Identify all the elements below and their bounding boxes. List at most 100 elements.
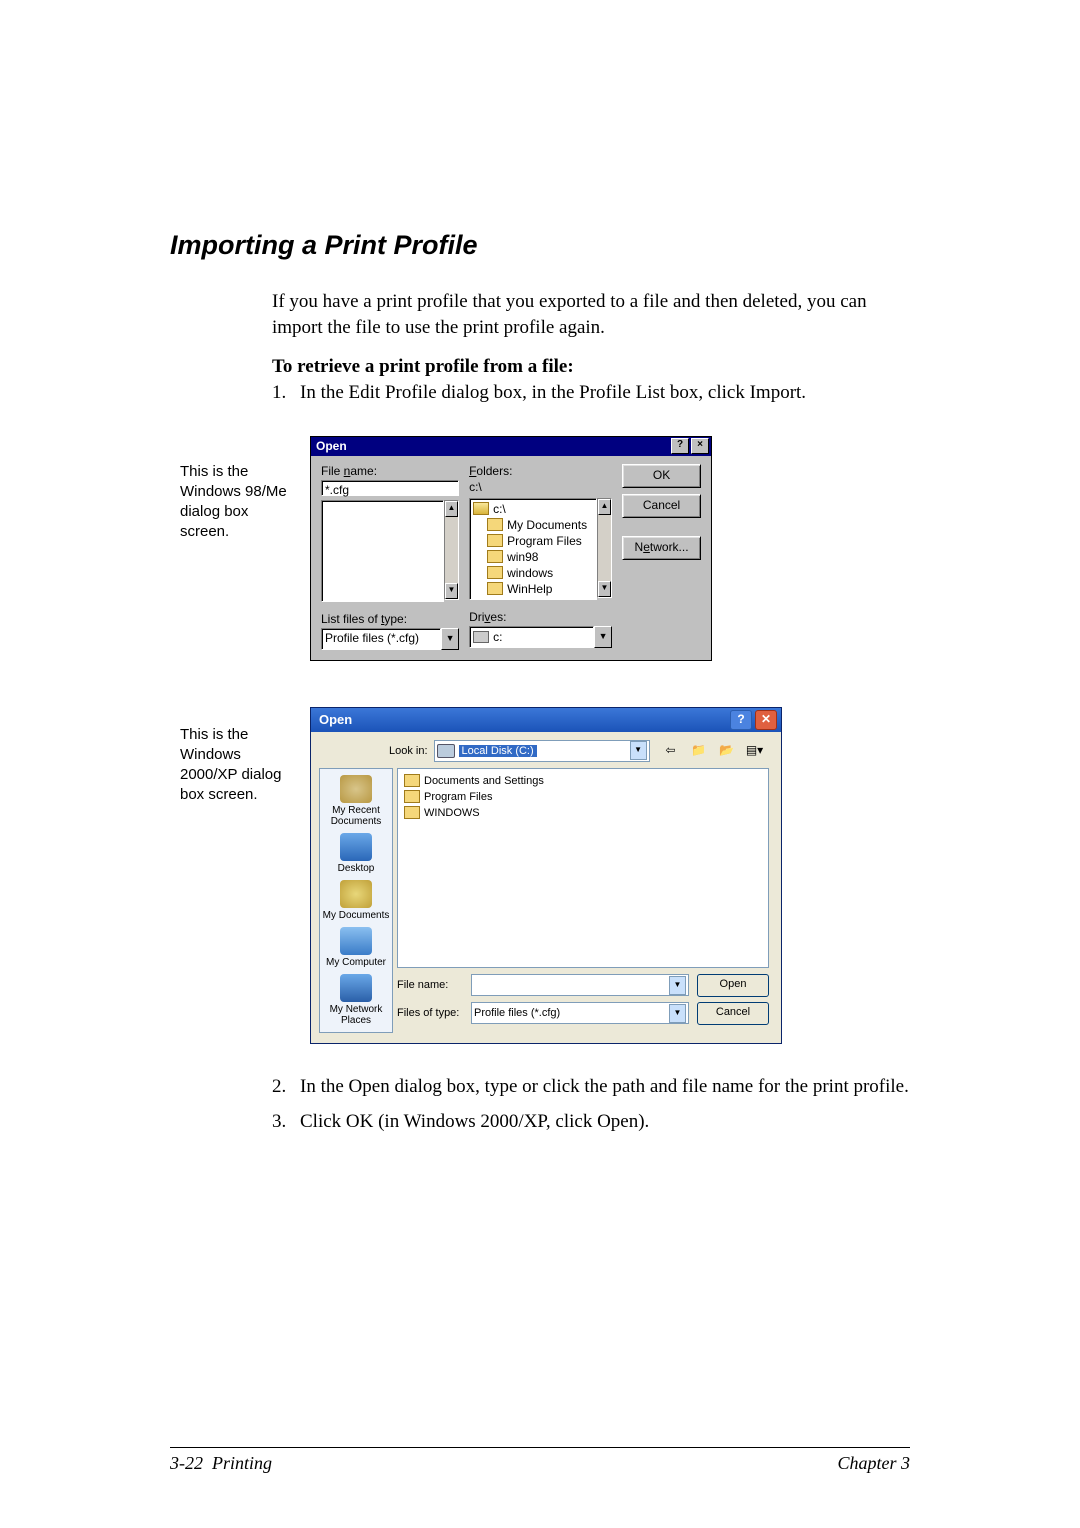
filetype-value: Profile files (*.cfg)	[474, 1007, 560, 1019]
back-icon[interactable]: ⇦	[660, 740, 682, 762]
caption-line: This is the	[180, 462, 310, 482]
scrollbar[interactable]: ▲ ▼	[597, 498, 612, 598]
folder-root[interactable]: c:\	[473, 501, 593, 517]
folders-label: Folders:	[469, 464, 612, 478]
scrollbar[interactable]: ▲ ▼	[444, 500, 459, 600]
places-bar: My Recent Documents Desktop My Documents	[319, 768, 393, 1033]
drives-label: Drives:	[469, 610, 612, 624]
step-3: 3. Click OK (in Windows 2000/XP, click O…	[272, 1109, 910, 1135]
step-1-text: In the Edit Profile dialog box, in the P…	[300, 380, 910, 406]
caption-line: Windows 98/Me	[180, 482, 310, 502]
figure-win98: This is the Windows 98/Me dialog box scr…	[180, 436, 910, 661]
folder-icon	[404, 806, 420, 819]
folder-item[interactable]: My Documents	[487, 517, 593, 533]
step-1: 1. In the Edit Profile dialog box, in th…	[272, 380, 910, 406]
place-my-documents[interactable]: My Documents	[320, 878, 392, 923]
open-dialog-win98: Open ? × File name: *.cfg ▲	[310, 436, 712, 661]
help-icon[interactable]: ?	[730, 710, 752, 730]
network-button[interactable]: Network...	[622, 536, 701, 560]
filename-label: File name:	[397, 979, 463, 991]
scroll-up-icon[interactable]: ▲	[598, 499, 611, 515]
my-network-icon	[340, 974, 372, 1002]
help-icon[interactable]: ?	[671, 438, 689, 454]
filename-input[interactable]: *.cfg	[321, 480, 459, 496]
step-1-number: 1.	[272, 380, 300, 406]
list-item[interactable]: WINDOWS	[404, 805, 762, 821]
cancel-button[interactable]: Cancel	[622, 494, 701, 518]
file-list[interactable]: Documents and Settings Program Files WIN…	[397, 768, 769, 968]
open-button[interactable]: Open	[697, 974, 769, 997]
lookin-combo[interactable]: Local Disk (C:) ▼	[434, 740, 650, 762]
drive-icon	[473, 631, 489, 643]
caption-line: 2000/XP dialog	[180, 765, 310, 785]
footer-rule	[170, 1447, 910, 1448]
section-heading: Importing a Print Profile	[170, 230, 910, 261]
folder-item[interactable]: Program Files	[487, 533, 593, 549]
drives-combo[interactable]: c: ▼	[469, 626, 612, 648]
page-footer: 3-22 Printing Chapter 3	[170, 1453, 910, 1474]
step-3-text: Click OK (in Windows 2000/XP, click Open…	[300, 1109, 910, 1135]
titlebar: Open ? ✕	[311, 708, 781, 732]
desktop-icon	[340, 833, 372, 861]
list-item[interactable]: Program Files	[404, 789, 762, 805]
filename-label: File name:	[321, 464, 459, 478]
folder-tree[interactable]: c:\ My Documents Program Files win98 win…	[469, 498, 597, 600]
views-icon[interactable]: ▤▾	[744, 740, 766, 762]
caption-win98: This is the Windows 98/Me dialog box scr…	[180, 436, 310, 543]
close-icon[interactable]: ✕	[755, 710, 777, 730]
scroll-down-icon[interactable]: ▼	[598, 581, 611, 597]
close-icon[interactable]: ×	[691, 438, 709, 454]
scroll-up-icon[interactable]: ▲	[445, 501, 458, 517]
procedure-subheading: To retrieve a print profile from a file:	[272, 354, 910, 380]
open-folder-icon	[473, 502, 489, 515]
titlebar: Open ? ×	[311, 437, 711, 456]
caption-line: This is the	[180, 725, 310, 745]
filetype-combo[interactable]: Profile files (*.cfg) ▼	[321, 628, 459, 650]
caption-line: screen.	[180, 522, 310, 542]
chevron-down-icon[interactable]: ▼	[630, 741, 647, 760]
lookin-label: Look in:	[389, 745, 428, 757]
filetype-combo[interactable]: Profile files (*.cfg) ▼	[471, 1002, 689, 1024]
filetype-label: Files of type:	[397, 1007, 463, 1019]
place-desktop[interactable]: Desktop	[320, 831, 392, 876]
folder-item[interactable]: WinHelp	[487, 581, 593, 597]
file-listbox[interactable]	[321, 500, 444, 602]
my-computer-icon	[340, 927, 372, 955]
folder-icon	[487, 550, 503, 563]
caption-line: dialog box	[180, 502, 310, 522]
chevron-down-icon[interactable]: ▼	[441, 628, 459, 650]
step-2-text: In the Open dialog box, type or click th…	[300, 1074, 910, 1100]
folder-icon	[487, 534, 503, 547]
scroll-down-icon[interactable]: ▼	[445, 583, 458, 599]
disk-icon	[437, 744, 455, 758]
new-folder-icon[interactable]: 📂	[716, 740, 738, 762]
ok-button[interactable]: OK	[622, 464, 701, 488]
folder-item[interactable]: win98	[487, 549, 593, 565]
step-3-number: 3.	[272, 1109, 300, 1135]
up-folder-icon[interactable]: 📁	[688, 740, 710, 762]
intro-paragraph: If you have a print profile that you exp…	[272, 289, 910, 340]
folders-path: c:\	[469, 480, 612, 494]
lookin-value: Local Disk (C:)	[459, 745, 537, 757]
folder-icon	[404, 790, 420, 803]
folder-item[interactable]: windows	[487, 565, 593, 581]
chevron-down-icon[interactable]: ▼	[669, 1004, 686, 1023]
drives-value: c:	[493, 630, 502, 644]
dialog-title: Open	[319, 712, 352, 727]
caption-line: Windows	[180, 745, 310, 765]
place-my-network[interactable]: My Network Places	[320, 972, 392, 1028]
chevron-down-icon[interactable]: ▼	[669, 976, 686, 995]
place-my-computer[interactable]: My Computer	[320, 925, 392, 970]
open-dialog-winxp: Open ? ✕ Look in: Local Disk (C:) ▼ ⇦ 📁	[310, 707, 782, 1044]
place-recent[interactable]: My Recent Documents	[320, 773, 392, 829]
list-item[interactable]: Documents and Settings	[404, 773, 762, 789]
filename-input[interactable]: ▼	[471, 974, 689, 996]
chevron-down-icon[interactable]: ▼	[594, 626, 612, 648]
dialog-title: Open	[316, 439, 347, 453]
cancel-button[interactable]: Cancel	[697, 1002, 769, 1025]
chapter-label: Chapter 3	[837, 1453, 910, 1474]
step-2-number: 2.	[272, 1074, 300, 1100]
filetype-label: List files of type:	[321, 612, 459, 626]
section-name: Printing	[212, 1453, 272, 1473]
my-documents-icon	[340, 880, 372, 908]
